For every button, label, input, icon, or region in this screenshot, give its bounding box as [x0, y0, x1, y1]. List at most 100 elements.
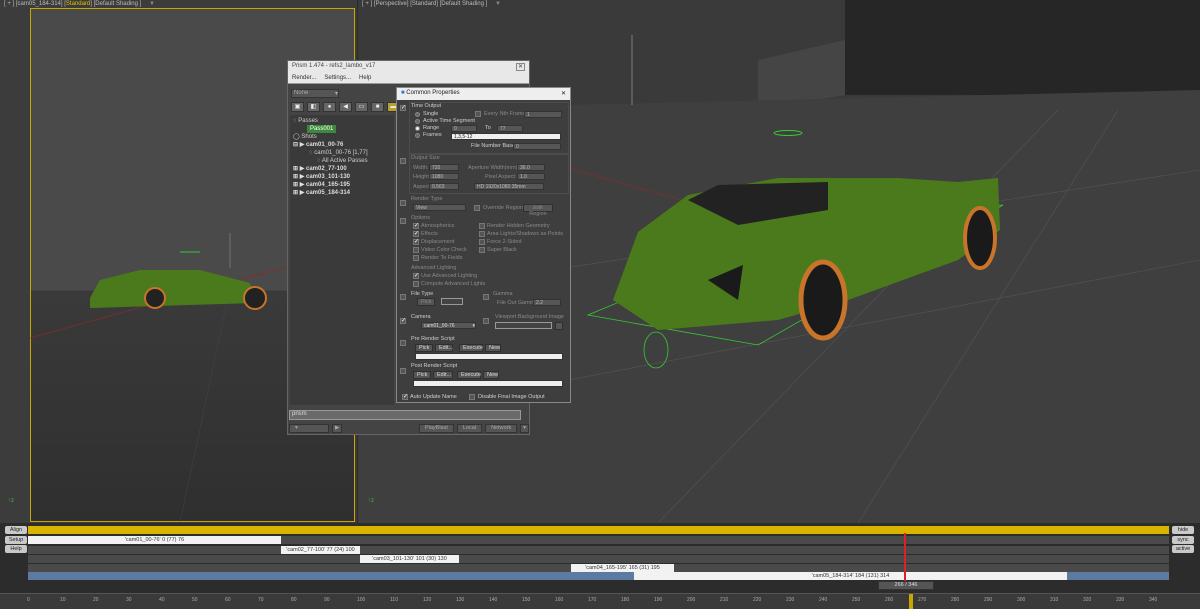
prism-bottom-dropdown[interactable]: ▾: [289, 424, 329, 433]
common-properties-dialog[interactable]: ■ Common Properties ✕ Time Output Single…: [396, 87, 571, 403]
close-icon[interactable]: ✕: [561, 90, 566, 98]
options-checkbox[interactable]: [400, 218, 406, 224]
override-region-checkbox[interactable]: [474, 205, 480, 211]
post-render-edit-button[interactable]: Edit...: [433, 371, 453, 379]
tree-shots[interactable]: ◯ Shots: [293, 133, 391, 141]
tree-cam01[interactable]: ⊟ ▶ cam01_00-76: [293, 141, 391, 149]
frames-radio[interactable]: [415, 133, 420, 138]
prism-tree[interactable]: ◌ Passes Pass001 ◯ Shots ⊟ ▶ cam01_00-76…: [290, 115, 394, 405]
every-nth-checkbox[interactable]: [475, 111, 481, 117]
viewport-right-label[interactable]: [ + ] [Perspective] [Standard] [Default …: [362, 1, 501, 7]
align-button[interactable]: Align: [5, 526, 27, 534]
auto-update-checkbox[interactable]: [402, 393, 408, 400]
current-frame-marker[interactable]: [904, 533, 906, 581]
range-from-field[interactable]: 0: [451, 125, 477, 132]
prism-command-input[interactable]: prism: [289, 410, 521, 420]
file-number-base-field[interactable]: 0: [513, 143, 561, 150]
pre-render-execute-button[interactable]: Execute: [459, 344, 483, 352]
shot-segment-cam03[interactable]: 'cam03_101-130' 101 (30) 130: [360, 555, 459, 563]
range-to-field[interactable]: 77: [497, 125, 523, 132]
tree-pass001[interactable]: Pass001: [307, 125, 337, 133]
menu-settings[interactable]: Settings...: [324, 75, 351, 81]
timeline-ruler[interactable]: 0 10 20 30 40 50 60 70 80 90 100 110 120…: [0, 593, 1200, 609]
camera-checkbox[interactable]: [400, 317, 406, 324]
edit-region-button[interactable]: Edit Region: [523, 204, 553, 217]
pre-render-pick-button[interactable]: Pick: [415, 344, 433, 352]
range-radio[interactable]: [415, 126, 420, 131]
single-radio[interactable]: [415, 112, 420, 117]
aspect-field[interactable]: 0.563: [429, 183, 459, 190]
prism-filter-dropdown[interactable]: None ▾: [291, 89, 339, 98]
pre-render-new-button[interactable]: New: [485, 344, 501, 352]
active-segment-radio[interactable]: [415, 119, 420, 124]
shot-timeline[interactable]: Align Setup Help hide sync active 'cam01…: [0, 523, 1200, 609]
displacement-checkbox[interactable]: [413, 238, 419, 245]
shot-icon[interactable]: ▭: [355, 102, 368, 112]
camera-icon[interactable]: ▣: [291, 102, 304, 112]
post-render-execute-button[interactable]: Execute: [457, 371, 481, 379]
setup-button[interactable]: Setup: [5, 536, 27, 544]
play-icon[interactable]: ▶: [332, 424, 343, 433]
compute-adv-lights-checkbox[interactable]: [413, 281, 419, 287]
local-button[interactable]: Local: [456, 424, 483, 433]
viewport-left-label[interactable]: [ + ] [cam05_184-314] [Standard] [Defaul…: [4, 1, 155, 7]
light-icon[interactable]: ◀: [339, 102, 352, 112]
tree-cam04[interactable]: ⊞ ▶ cam04_165-195: [293, 181, 391, 189]
file-type-pick-button[interactable]: Pick: [417, 298, 435, 306]
preset-dropdown[interactable]: HD 1920x1080 35mm: [474, 183, 544, 190]
pixel-aspect-field[interactable]: 1.0: [517, 173, 545, 180]
shot-segment-cam05[interactable]: 'cam05_184-314' 184 (131) 314: [634, 572, 1067, 580]
filter-icon[interactable]: ▼: [149, 1, 155, 7]
tree-cam03[interactable]: ⊞ ▶ cam03_101-130: [293, 173, 391, 181]
file-type-field[interactable]: [441, 298, 463, 305]
super-black-checkbox[interactable]: [479, 247, 485, 253]
help-button[interactable]: Help: [5, 545, 27, 553]
use-adv-lighting-checkbox[interactable]: [413, 272, 419, 279]
time-slider[interactable]: [909, 594, 913, 609]
menu-help[interactable]: Help: [359, 75, 371, 81]
gamma-checkbox[interactable]: [483, 294, 489, 300]
post-render-new-button[interactable]: New: [483, 371, 499, 379]
shot-segment-cam01[interactable]: 'cam01_00-76' 0 (77) 76: [28, 536, 281, 544]
frames-field[interactable]: 1,3,5-12: [451, 133, 561, 140]
render-fields-checkbox[interactable]: [413, 255, 419, 261]
effects-checkbox[interactable]: [413, 230, 419, 237]
timeline-range-bar[interactable]: [28, 526, 1169, 534]
network-button[interactable]: Network: [485, 424, 518, 433]
output-size-checkbox[interactable]: [400, 158, 406, 164]
hide-button[interactable]: hide: [1172, 526, 1194, 534]
height-field[interactable]: 1080: [429, 173, 459, 180]
video-color-checkbox[interactable]: [413, 247, 419, 253]
tree-cam05[interactable]: ⊞ ▶ cam05_184-314: [293, 189, 391, 197]
tree-cam01-sub[interactable]: ◌ cam01_00-76 [1,77]: [293, 149, 391, 157]
force2sided-checkbox[interactable]: [479, 239, 485, 245]
file-out-gamma-field[interactable]: 2.2: [533, 299, 561, 306]
disable-final-checkbox[interactable]: [469, 394, 475, 400]
pre-render-path-field[interactable]: [415, 353, 563, 360]
shot-segment-cam02[interactable]: 'cam02_77-100' 77 (24) 100: [281, 546, 360, 554]
active-button[interactable]: active: [1172, 545, 1194, 553]
prism-titlebar[interactable]: Prism 1.474 - refs2_lambo_v17 ✕: [288, 61, 529, 73]
hidden-geometry-checkbox[interactable]: [479, 223, 485, 229]
post-render-path-field[interactable]: [413, 380, 563, 387]
cp-titlebar[interactable]: ■ Common Properties ✕: [397, 88, 570, 100]
pass-icon[interactable]: ■: [371, 102, 384, 112]
post-render-pick-button[interactable]: Pick: [413, 371, 431, 379]
width-field[interactable]: 720: [429, 164, 459, 171]
viewport-bg-checkbox[interactable]: [483, 318, 489, 324]
pre-render-edit-button[interactable]: Edit...: [435, 344, 453, 352]
atmospherics-checkbox[interactable]: [413, 222, 419, 229]
area-lights-checkbox[interactable]: [479, 231, 485, 237]
every-nth-field[interactable]: 1: [524, 111, 562, 118]
render-icon[interactable]: ◧: [307, 102, 320, 112]
sync-button[interactable]: sync: [1172, 536, 1194, 544]
camera-dropdown[interactable]: cam01_00-76 ▾: [421, 322, 476, 329]
playblast-button[interactable]: PlayBlast: [418, 424, 454, 433]
time-output-checkbox[interactable]: [400, 104, 406, 111]
viewport-bg-browse[interactable]: [555, 322, 563, 330]
shot-segment-cam04[interactable]: 'cam04_165-195' 165 (31) 195: [571, 564, 674, 572]
menu-render[interactable]: Render...: [292, 75, 316, 81]
viewport-bg-field[interactable]: [495, 322, 552, 329]
filter-icon[interactable]: ▼: [495, 1, 501, 7]
pre-render-checkbox[interactable]: [400, 340, 406, 346]
